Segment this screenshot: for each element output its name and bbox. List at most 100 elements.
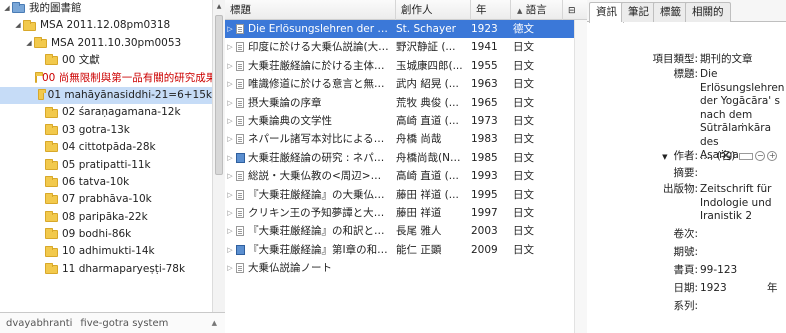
expand-item-icon[interactable]: ▷ bbox=[225, 130, 235, 148]
author-value[interactable]: ..., (名) − + bbox=[700, 150, 786, 164]
folder-icon bbox=[45, 193, 58, 205]
collection-item[interactable]: ◢ MSA 2011.10.30pm0053 bbox=[0, 35, 212, 52]
collection-item[interactable]: 03 gotra-13k bbox=[0, 122, 212, 139]
remove-author-icon[interactable]: − bbox=[755, 151, 766, 161]
item-row[interactable]: ▷ 総説・大乗仏教の<周辺>―補論・大乗非... 高崎 直道 (... 1993 日文 bbox=[225, 167, 587, 185]
item-row[interactable]: ▷ 摂大乗論の序章 荒牧 典俊 (... 1965 日文 bbox=[225, 94, 587, 112]
expand-item-icon[interactable]: ▷ bbox=[225, 20, 235, 38]
tab-notes[interactable]: 筆記 bbox=[621, 2, 656, 22]
item-row[interactable]: ▷ 『大乗荘厳経論』の大乗仏説論に対する... 藤田 祥道 (... 1995 日文 bbox=[225, 186, 587, 204]
collection-item[interactable]: 00 文獻 bbox=[0, 52, 212, 69]
title-value[interactable]: Die Erlösungslehren der Yogācāra' s nach de… bbox=[700, 68, 784, 163]
expand-authors-icon[interactable]: ▼ bbox=[662, 153, 667, 161]
tag-selector: dvayabhranti five-gotra system ▲ bbox=[0, 312, 225, 333]
add-author-icon[interactable]: + bbox=[767, 151, 778, 161]
item-title: 摂大乗論の序章 bbox=[248, 96, 322, 109]
expand-item-icon[interactable]: ▷ bbox=[225, 186, 235, 204]
expand-item-icon[interactable]: ▷ bbox=[225, 204, 235, 222]
collapse-arrow-icon[interactable]: ◢ bbox=[13, 17, 23, 34]
item-creator: 藤田 祥道 (... bbox=[396, 188, 459, 201]
collection-item[interactable]: 10 adhimukti-14k bbox=[0, 243, 212, 260]
sort-ascending-icon: ▲ bbox=[517, 7, 523, 15]
collection-item[interactable]: 05 pratipatti-11k bbox=[0, 157, 212, 174]
collection-item[interactable]: 04 cittotpāda-28k bbox=[0, 139, 212, 156]
item-language: 德文 bbox=[513, 23, 534, 35]
item-year: 1923 bbox=[471, 23, 498, 35]
item-year: 1955 bbox=[471, 59, 498, 72]
items-scrollbar[interactable] bbox=[574, 20, 587, 333]
item-row[interactable]: ▷ 大乗荘厳経論に於ける主体性の意味 / On... 玉城康四郎(... 1955 日文 bbox=[225, 57, 587, 75]
collection-tree-scrollbar[interactable]: ▲ bbox=[212, 0, 225, 312]
item-type-cell bbox=[235, 152, 247, 164]
expand-item-icon[interactable]: ▷ bbox=[225, 222, 235, 240]
expand-item-icon[interactable]: ▷ bbox=[225, 75, 235, 93]
publication-label: 出版物: bbox=[662, 183, 698, 195]
column-language[interactable]: ▲ 語言 bbox=[511, 0, 563, 20]
column-picker-icon: ⊟ bbox=[568, 6, 576, 16]
item-row[interactable]: ▷ ネパール諸写本対比による大乗荘厳経論の... 舟橋 尚哉 1983 日文 bbox=[225, 130, 587, 148]
item-title: クリキン王の予知夢譚と大乗仏説論―『... bbox=[248, 206, 392, 219]
author-name[interactable]: ..., (名) bbox=[700, 150, 735, 162]
item-row[interactable]: ▷ クリキン王の予知夢譚と大乗仏説論―『... 藤田 祥道 1997 日文 bbox=[225, 204, 587, 222]
collection-label: 01 mahāyānasiddhi-21=6+15k bbox=[47, 88, 212, 101]
collection-item[interactable]: 08 paripāka-22k bbox=[0, 209, 212, 226]
item-row[interactable]: ▷ 『大乗荘厳経論』第I章の和訳と注解: 大... 能仁 正顕 2009 日文 bbox=[225, 241, 587, 259]
collection-item[interactable]: 02 śaraṇagamana-12k bbox=[0, 104, 212, 121]
item-row[interactable]: ▷ Die Erlösungslehren der Yogācāra' s n..… bbox=[225, 20, 587, 39]
expand-item-icon[interactable]: ▷ bbox=[225, 259, 235, 277]
collection-item[interactable]: 11 dharmaparyeṣṭi-78k bbox=[0, 261, 212, 278]
date-value[interactable]: 1923 bbox=[700, 282, 740, 296]
item-year: 1983 bbox=[471, 133, 498, 146]
collection-label: 02 śaraṇagamana-12k bbox=[62, 106, 181, 119]
expand-item-icon[interactable]: ▷ bbox=[225, 149, 235, 167]
publication-value[interactable]: Zeitschrift für Indologie und Iranistik 2 bbox=[700, 183, 784, 224]
item-row[interactable]: ▷ 唯識修道に於ける意言と無分別智---摂大... 武内 紹晃 (... 1963 日文 bbox=[225, 75, 587, 93]
item-row[interactable]: ▷ 大乗荘厳経論の研究 : ネパール写本対照... 舟橋尚哉(Na... 1985 日文 bbox=[225, 149, 587, 167]
tag-item[interactable]: dvayabhranti bbox=[6, 318, 72, 329]
item-title: 印度に於ける大乗仏説論(大乗荘厳... bbox=[248, 41, 392, 54]
expand-item-icon[interactable]: ▷ bbox=[225, 57, 235, 75]
tag-scroll-up-icon[interactable]: ▲ bbox=[212, 319, 217, 327]
column-title[interactable]: 標題 bbox=[225, 0, 396, 20]
collection-item[interactable]: 07 prabhāva-10k bbox=[0, 191, 212, 208]
item-row[interactable]: ▷ 印度に於ける大乗仏説論(大乗荘厳... 野沢静証 (... 1941 日文 bbox=[225, 38, 587, 56]
column-year[interactable]: 年 bbox=[471, 0, 511, 20]
collapse-arrow-icon[interactable]: ◢ bbox=[24, 35, 34, 52]
item-type-value[interactable]: 期刊的文章 bbox=[700, 53, 784, 67]
tag-item[interactable]: five-gotra system bbox=[80, 318, 168, 329]
tab-related[interactable]: 相關的 bbox=[685, 2, 731, 22]
item-title: ネパール諸写本対比による大乗荘厳経論の... bbox=[248, 133, 392, 146]
folder-icon bbox=[45, 210, 58, 222]
item-creator: 舟橋 尚哉 bbox=[396, 133, 442, 146]
collection-item[interactable]: 09 bodhi-86k bbox=[0, 226, 212, 243]
collection-item[interactable]: 00 尚無限制與第一品有關的研究成果 bbox=[0, 70, 212, 87]
collection-item[interactable]: ◢ MSA 2011.12.08pm0318 bbox=[0, 17, 212, 34]
expand-item-icon[interactable]: ▷ bbox=[225, 167, 235, 185]
expand-item-icon[interactable]: ▷ bbox=[225, 94, 235, 112]
collection-item[interactable]: 06 tatva-10k bbox=[0, 174, 212, 191]
item-row[interactable]: ▷ 『大乗荘厳経論』の和訳と注解―第一章... 長尾 雅人 2003 日文 bbox=[225, 222, 587, 240]
column-creator[interactable]: 創作人 bbox=[396, 0, 471, 20]
tab-tags[interactable]: 標籤 bbox=[653, 2, 688, 22]
collection-item[interactable]: ◢ 我的圖書館 bbox=[0, 0, 212, 17]
folder-icon bbox=[45, 245, 58, 257]
item-row[interactable]: ▷ 大乗論典の文学性 高崎 直道 (... 1973 日文 bbox=[225, 112, 587, 130]
column-picker[interactable]: ⊟ bbox=[563, 0, 587, 20]
collection-item[interactable]: 01 mahāyānasiddhi-21=6+15k bbox=[0, 86, 212, 105]
scroll-up-icon[interactable]: ▲ bbox=[213, 0, 225, 13]
item-type-cell bbox=[235, 42, 247, 53]
scrollbar-thumb[interactable] bbox=[215, 15, 223, 175]
tab-info[interactable]: 資訊 bbox=[589, 2, 624, 23]
expand-item-icon[interactable]: ▷ bbox=[225, 241, 235, 259]
collapse-arrow-icon[interactable]: ◢ bbox=[2, 0, 12, 17]
item-row[interactable]: ▷ 大乗仏説論ノート bbox=[225, 259, 587, 277]
folder-icon bbox=[45, 123, 58, 135]
item-title: 唯識修道に於ける意言と無分別智---摂大... bbox=[248, 78, 392, 91]
item-type-cell bbox=[235, 226, 247, 237]
expand-item-icon[interactable]: ▷ bbox=[225, 112, 235, 130]
author-label-text: 作者: bbox=[673, 150, 698, 162]
pages-value[interactable]: 99-123 bbox=[700, 264, 784, 278]
creator-type-icon[interactable] bbox=[739, 152, 754, 160]
item-creator: 玉城康四郎(... bbox=[396, 59, 463, 72]
expand-item-icon[interactable]: ▷ bbox=[225, 38, 235, 56]
